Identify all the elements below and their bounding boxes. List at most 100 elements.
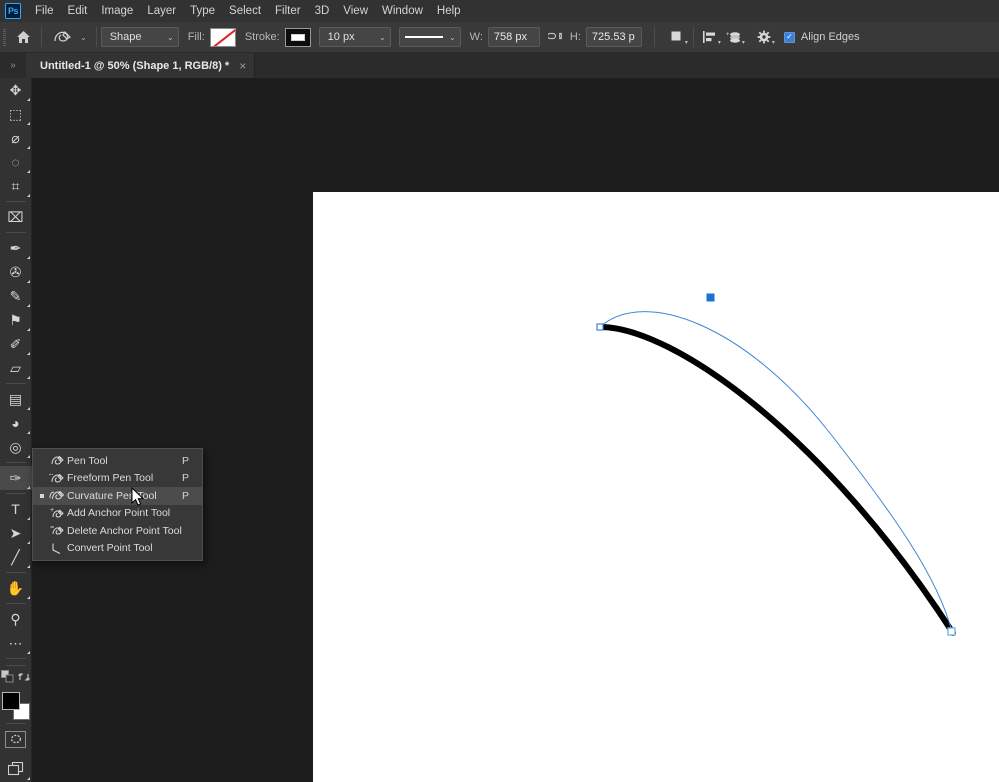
- menu-item-edit[interactable]: Edit: [61, 1, 95, 21]
- screen-mode-icon[interactable]: [0, 757, 32, 781]
- stroke-width-select[interactable]: 10 px ⌄: [319, 27, 391, 47]
- stroke-label: Stroke:: [245, 31, 280, 43]
- menu-item-image[interactable]: Image: [94, 1, 140, 21]
- blur-tool[interactable]: ◕: [0, 411, 32, 435]
- chevron-down-icon: ⌄: [167, 33, 174, 42]
- menu-item-file[interactable]: File: [28, 1, 61, 21]
- canvas-workspace[interactable]: [32, 78, 999, 782]
- anchor-point-end[interactable]: [948, 628, 955, 635]
- crop-tool[interactable]: ⌗: [0, 174, 32, 198]
- stroke-swatch[interactable]: [285, 28, 311, 47]
- eraser-tool[interactable]: ▱: [0, 356, 32, 380]
- chevron-down-icon: ▾: [685, 39, 688, 46]
- align-edges-checkbox[interactable]: ✓: [784, 32, 795, 43]
- document-tab[interactable]: Untitled-1 @ 50% (Shape 1, RGB/8) * ×: [26, 53, 255, 78]
- anchor-point-selected[interactable]: [707, 294, 714, 301]
- horizontal-type-tool[interactable]: T: [0, 497, 32, 521]
- flyout-item-label: Pen Tool: [67, 455, 182, 467]
- brush-tool-glyph-icon: ✎: [10, 289, 22, 303]
- flyout-item-label: Delete Anchor Point Tool: [67, 525, 182, 537]
- path-operations-icon[interactable]: ▾: [665, 26, 689, 48]
- flyout-item-curvature-pen-tool[interactable]: Curvature Pen ToolP: [33, 487, 202, 505]
- flyout-item-pen-tool[interactable]: Pen ToolP: [33, 452, 202, 470]
- width-input[interactable]: 758 px: [488, 27, 540, 47]
- path-arrangement-icon[interactable]: + ▾: [722, 26, 746, 48]
- flyout-triangle-icon: [27, 328, 30, 331]
- gear-icon[interactable]: ▾: [752, 26, 776, 48]
- pen-tool-flyout-menu: Pen ToolPFreeform Pen ToolPCurvature Pen…: [32, 448, 203, 561]
- rectangular-marquee-tool[interactable]: ⬚: [0, 102, 32, 126]
- color-swatches[interactable]: [2, 692, 30, 720]
- flyout-item-freeform-pen-tool[interactable]: Freeform Pen ToolP: [33, 470, 202, 488]
- object-selection-tool[interactable]: ◌: [0, 150, 32, 174]
- flyout-triangle-icon: [27, 376, 30, 379]
- toolbar-divider: [6, 493, 26, 494]
- edit-toolbar-tool[interactable]: ⋯: [0, 631, 32, 655]
- fill-swatch[interactable]: [210, 28, 236, 47]
- document-canvas[interactable]: [313, 192, 999, 782]
- close-icon[interactable]: ×: [239, 59, 246, 73]
- options-separator-3: [654, 27, 655, 47]
- menu-item-help[interactable]: Help: [430, 1, 468, 21]
- flyout-triangle-icon: [27, 407, 30, 410]
- zoom-tool[interactable]: ⚲: [0, 607, 32, 631]
- menu-item-3d[interactable]: 3D: [308, 1, 337, 21]
- clone-stamp-tool[interactable]: ⚑: [0, 308, 32, 332]
- history-brush-tool[interactable]: ✐: [0, 332, 32, 356]
- pen-tool[interactable]: ✑: [0, 466, 32, 490]
- menu-item-filter[interactable]: Filter: [268, 1, 308, 21]
- eyedropper-tool[interactable]: ✒: [0, 236, 32, 260]
- swap-colors-icon[interactable]: [18, 670, 30, 688]
- toolbar-divider: [6, 658, 26, 659]
- frame-tool[interactable]: ⌧: [0, 205, 32, 229]
- panel-expand-chevrons-icon[interactable]: »: [0, 53, 26, 78]
- flyout-item-shortcut: P: [182, 455, 202, 467]
- flyout-item-add-anchor-point-tool[interactable]: +Add Anchor Point Tool: [33, 505, 202, 523]
- lasso-tool[interactable]: ⌀: [0, 126, 32, 150]
- flyout-triangle-icon: [27, 565, 30, 568]
- options-bar-grip[interactable]: [0, 22, 9, 53]
- chevron-down-icon: ▾: [742, 39, 745, 46]
- rectangular-marquee-tool-glyph-icon: ⬚: [9, 107, 22, 121]
- tool-preset-chevron-down-icon[interactable]: ⌄: [80, 33, 87, 42]
- line-tool[interactable]: ╱: [0, 545, 32, 569]
- menu-item-window[interactable]: Window: [375, 1, 430, 21]
- menu-item-select[interactable]: Select: [222, 1, 268, 21]
- document-tab-title: Untitled-1 @ 50% (Shape 1, RGB/8) *: [40, 60, 229, 72]
- foreground-color-swatch[interactable]: [2, 692, 20, 710]
- freeform-pen-tool-icon: [47, 472, 67, 485]
- flyout-item-label: Add Anchor Point Tool: [67, 507, 182, 519]
- tool-mode-select[interactable]: Shape ⌄: [101, 27, 179, 47]
- chain-link-icon[interactable]: [548, 31, 564, 44]
- dodge-tool-glyph-icon: ◎: [9, 440, 21, 454]
- menu-item-view[interactable]: View: [336, 1, 375, 21]
- gradient-tool[interactable]: ▤: [0, 387, 32, 411]
- toolbar-divider: [6, 232, 26, 233]
- flyout-item-convert-point-tool[interactable]: Convert Point Tool: [33, 540, 202, 558]
- spot-healing-brush-tool[interactable]: ✇: [0, 260, 32, 284]
- flyout-triangle-icon: [27, 455, 30, 458]
- flyout-item-delete-anchor-point-tool[interactable]: Delete Anchor Point Tool: [33, 522, 202, 540]
- path-alignment-icon[interactable]: ▾: [698, 26, 722, 48]
- edit-toolbar-tool-glyph-icon: ⋯: [9, 636, 23, 650]
- selected-tool-marker-icon: [37, 494, 47, 498]
- path-guide-outline: [600, 312, 952, 632]
- home-icon[interactable]: [9, 22, 37, 53]
- dodge-tool[interactable]: ◎: [0, 435, 32, 459]
- quick-mask-icon[interactable]: [0, 727, 32, 751]
- hand-tool[interactable]: ✋: [0, 576, 32, 600]
- brush-tool[interactable]: ✎: [0, 284, 32, 308]
- curvature-pen-tool-icon[interactable]: [46, 22, 74, 53]
- anchor-point-start[interactable]: [597, 324, 603, 330]
- move-tool[interactable]: ✥: [0, 78, 32, 102]
- delete-anchor-point-tool-icon: [47, 524, 67, 537]
- flyout-item-label: Convert Point Tool: [67, 542, 182, 554]
- options-separator-2: [96, 27, 97, 47]
- default-colors-icon[interactable]: [1, 670, 14, 688]
- menu-item-layer[interactable]: Layer: [140, 1, 183, 21]
- height-input[interactable]: 725.53 p: [586, 27, 642, 47]
- height-label: H:: [570, 31, 581, 43]
- menu-item-type[interactable]: Type: [183, 1, 222, 21]
- stroke-style-select[interactable]: ⌄: [399, 27, 461, 47]
- path-selection-tool[interactable]: ➤: [0, 521, 32, 545]
